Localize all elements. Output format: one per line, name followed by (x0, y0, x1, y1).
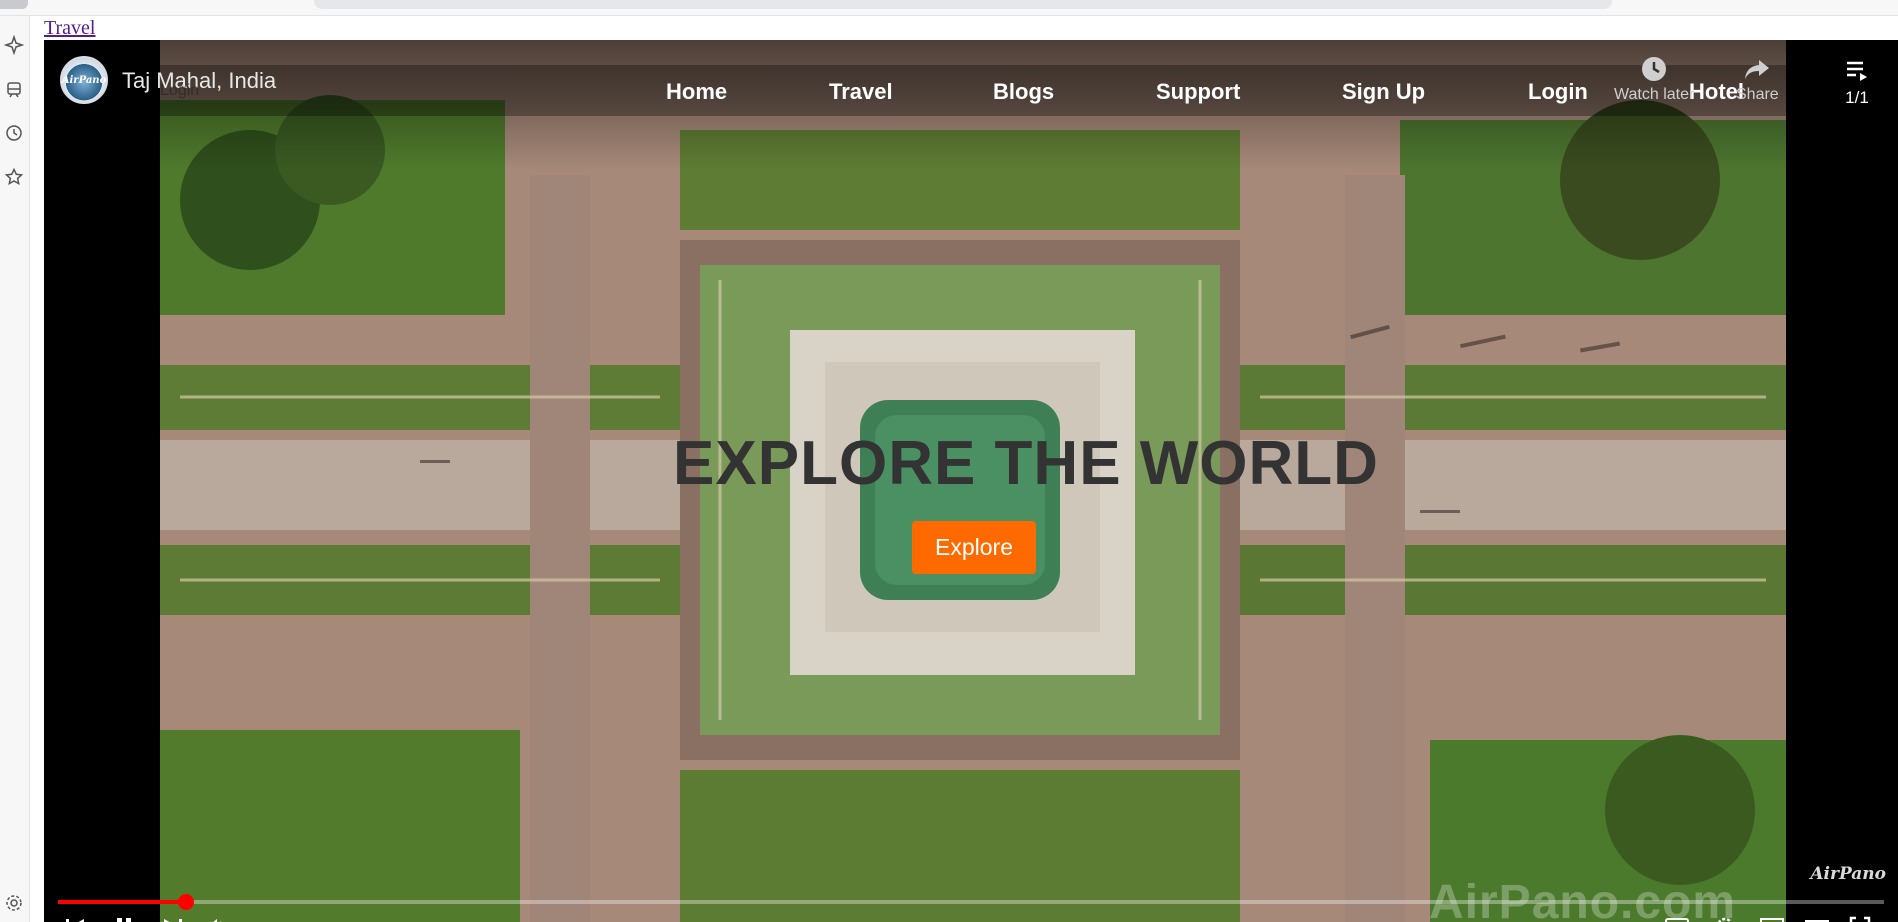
nav-travel[interactable]: Travel (829, 79, 893, 105)
airpano-logo-watermark: AirPano (1810, 864, 1886, 884)
theater-mode-icon[interactable] (1804, 916, 1830, 922)
browser-side-rail (0, 16, 30, 922)
miniplayer-icon[interactable] (1759, 916, 1785, 922)
share-button[interactable]: Share (1736, 54, 1779, 104)
pause-icon[interactable] (112, 916, 136, 922)
nav-login[interactable]: Login (1528, 79, 1588, 105)
star-icon[interactable] (3, 166, 25, 188)
progress-played (58, 900, 186, 904)
volume-icon[interactable] (204, 916, 228, 922)
watch-later-button[interactable]: Watch later (1614, 54, 1694, 104)
progress-bar[interactable] (58, 894, 1884, 910)
channel-avatar[interactable]: AirPano (60, 56, 108, 104)
fullscreen-icon[interactable] (1849, 916, 1871, 922)
playlist-button[interactable]: 1/1 (1844, 58, 1870, 108)
watch-later-label: Watch later (1614, 86, 1695, 103)
nav-support[interactable]: Support (1156, 79, 1240, 105)
clock-icon (1642, 57, 1667, 81)
next-icon[interactable] (160, 916, 184, 922)
playlist-icon (1847, 61, 1867, 81)
history-clock-icon[interactable] (3, 122, 25, 144)
player-controls (44, 916, 1898, 922)
video-player[interactable]: Home Travel Blogs Support Sign Up Login … (44, 40, 1898, 922)
explore-button[interactable]: Explore (912, 521, 1036, 574)
nav-home[interactable]: Home (666, 79, 727, 105)
airpano-url-watermark: AirPano.com (1429, 876, 1737, 922)
hero-title: EXPLORE THE WORLD (673, 429, 1379, 498)
sparkle-pin-icon[interactable] (3, 34, 25, 56)
settings-gear-icon[interactable] (3, 892, 25, 914)
nav-sign-up[interactable]: Sign Up (1342, 79, 1425, 105)
share-label: Share (1736, 86, 1779, 103)
progress-scrubber[interactable] (177, 894, 194, 910)
browser-top-strip (0, 0, 1898, 16)
settings-icon[interactable] (1714, 916, 1736, 922)
share-arrow-icon (1745, 60, 1770, 79)
travel-link[interactable]: Travel (44, 17, 95, 40)
browser-tab[interactable] (0, 0, 28, 9)
address-bar[interactable] (314, 0, 1612, 9)
channel-avatar-text: AirPano (61, 74, 107, 86)
nav-blogs[interactable]: Blogs (993, 79, 1054, 105)
captions-icon[interactable] (1664, 916, 1690, 922)
overlapping-login-text: Login (160, 82, 200, 99)
train-icon[interactable] (3, 79, 25, 101)
previous-icon[interactable] (64, 916, 88, 922)
playlist-count: 1/1 (1845, 88, 1869, 107)
